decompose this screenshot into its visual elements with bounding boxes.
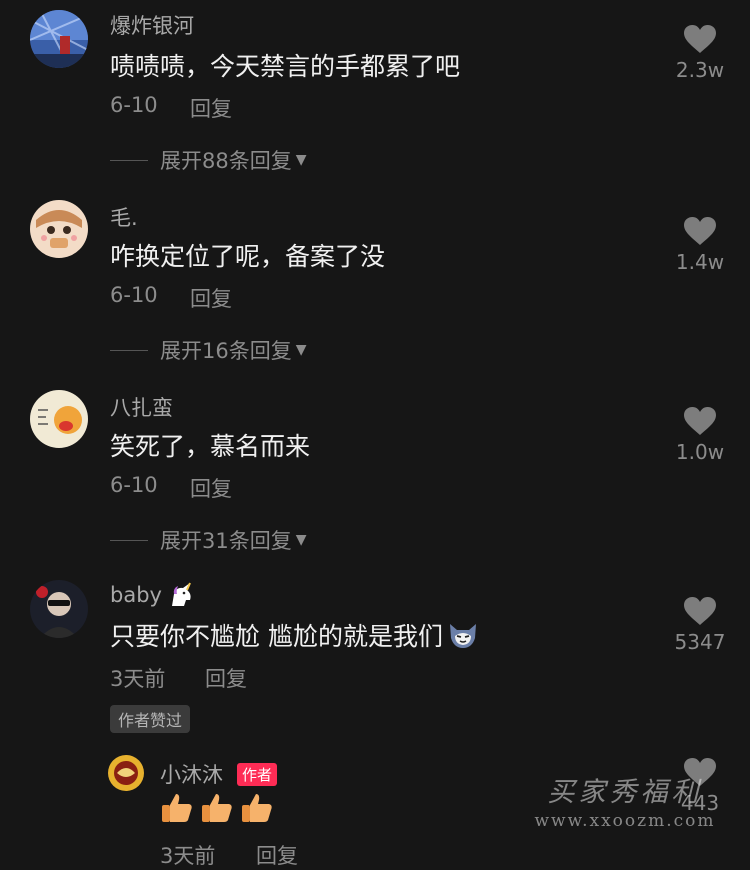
reply-button[interactable]: 回复 <box>190 283 232 313</box>
avatar[interactable] <box>30 10 88 68</box>
comment-text: 啧啧啧，今天禁言的手都累了吧 <box>110 52 461 81</box>
watermark-title: 买家秀福利 <box>547 777 703 808</box>
expand-replies-button[interactable]: 展开31条回复 ▼ <box>110 525 307 555</box>
reply-button[interactable]: 回复 <box>256 840 298 870</box>
author-liked-badge: 作者赞过 <box>110 705 191 733</box>
caret-down-icon: ▼ <box>295 342 307 358</box>
expand-replies-button[interactable]: 展开16条回复 ▼ <box>110 335 307 365</box>
watermark: 买家秀福利 www.xxoozm.com <box>510 770 740 831</box>
like-button[interactable]: 1.0w <box>668 406 732 464</box>
heart-icon <box>684 597 716 625</box>
thumbs-up-emoji <box>162 794 192 822</box>
reply-button[interactable]: 回复 <box>205 663 247 693</box>
comment-text-label: 只要你不尴尬 尴尬的就是我们 <box>110 622 443 651</box>
avatar[interactable] <box>30 200 88 258</box>
comment-username[interactable]: 爆炸银河 <box>110 10 194 40</box>
cat-face-emoji <box>449 624 476 648</box>
reply-button[interactable]: 回复 <box>190 473 232 503</box>
divider <box>110 349 148 351</box>
expand-replies-label: 展开16条回复 <box>160 339 292 363</box>
heart-icon <box>684 25 716 53</box>
comment-date: 6-10 <box>110 283 158 307</box>
reply-button[interactable]: 回复 <box>190 93 232 123</box>
like-count: 2.3w <box>675 58 725 82</box>
comment-username[interactable]: 毛. <box>110 202 138 232</box>
comment-date: 6-10 <box>110 93 158 117</box>
heart-icon <box>684 217 716 245</box>
unicorn-emoji <box>171 582 191 606</box>
like-button[interactable]: 2.3w <box>668 24 732 82</box>
like-count: 1.4w <box>675 250 725 274</box>
reply-date: 3天前 <box>160 844 216 868</box>
avatar[interactable] <box>108 755 144 791</box>
heart-icon <box>684 407 716 435</box>
divider <box>110 539 148 541</box>
expand-replies-button[interactable]: 展开88条回复 ▼ <box>110 145 307 175</box>
reply-text <box>160 792 274 824</box>
like-button[interactable]: 1.4w <box>668 216 732 274</box>
thumbs-up-emoji <box>242 794 272 822</box>
like-count: 1.0w <box>675 440 725 464</box>
divider <box>110 159 148 161</box>
avatar[interactable] <box>30 580 88 638</box>
caret-down-icon: ▼ <box>295 152 307 168</box>
comment-text: 咋换定位了呢，备案了没 <box>110 242 386 271</box>
watermark-url: www.xxoozm.com <box>534 811 716 831</box>
author-tag: 作者 <box>237 762 278 786</box>
comment-text: 笑死了，慕名而来 <box>110 432 311 461</box>
comment-username[interactable]: 八扎蛮 <box>110 392 173 422</box>
avatar[interactable] <box>30 390 88 448</box>
comment-text: 只要你不尴尬 尴尬的就是我们 <box>110 617 479 653</box>
reply-username-label: 小沐沐 <box>160 763 223 787</box>
expand-replies-label: 展开31条回复 <box>160 529 292 553</box>
reply-username[interactable]: 小沐沐 作者 <box>160 759 278 789</box>
expand-replies-label: 展开88条回复 <box>160 149 292 173</box>
like-count: 5347 <box>674 630 726 654</box>
comment-username[interactable]: baby <box>110 582 196 608</box>
like-button[interactable]: 5347 <box>668 596 732 654</box>
comment-username-label: baby <box>110 583 162 607</box>
thumbs-up-emoji <box>202 794 232 822</box>
comment-date: 3天前 <box>110 667 166 691</box>
caret-down-icon: ▼ <box>295 532 307 548</box>
comment-date: 6-10 <box>110 473 158 497</box>
